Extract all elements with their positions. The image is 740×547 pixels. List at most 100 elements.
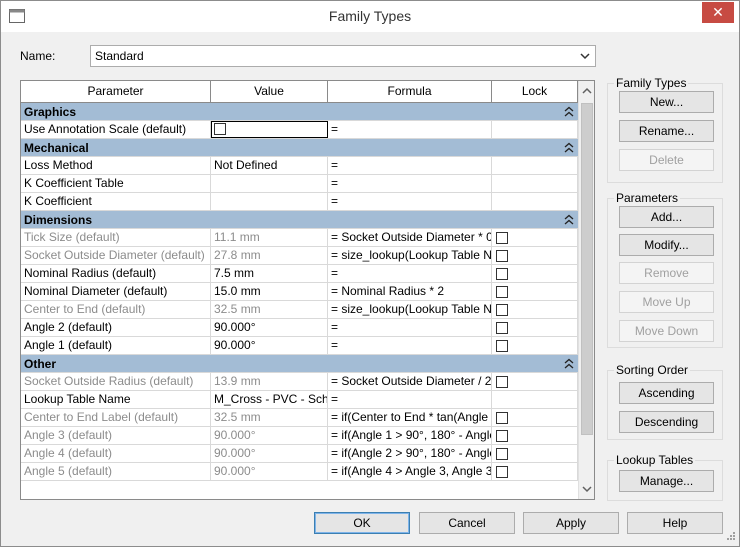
row-formula[interactable]: = if(Angle 4 > Angle 3, Angle 3: [328, 463, 492, 480]
row-formula[interactable]: = Socket Outside Diameter * 0.: [328, 229, 492, 246]
row-value-cell[interactable]: 15.0 mm: [211, 283, 328, 300]
row-lock-cell[interactable]: [492, 373, 578, 390]
ascending-button[interactable]: Ascending: [619, 382, 714, 404]
group-header-mechanical[interactable]: Mechanical: [21, 139, 578, 157]
row-value-cell[interactable]: 13.9 mm: [211, 373, 328, 390]
table-row[interactable]: Center to End Label (default) 32.5 mm = if…: [21, 409, 578, 427]
lock-checkbox-icon[interactable]: [496, 304, 508, 316]
group-header-dimensions[interactable]: Dimensions: [21, 211, 578, 229]
row-value-cell[interactable]: [211, 121, 328, 138]
collapse-icon[interactable]: [564, 106, 574, 118]
row-formula[interactable]: = if(Center to End * tan(Angle: [328, 409, 492, 426]
table-row[interactable]: Angle 3 (default) 90.000° = if(Angle 1 > 9…: [21, 427, 578, 445]
close-icon[interactable]: ✕: [702, 2, 734, 23]
apply-button[interactable]: Apply: [523, 512, 619, 534]
lock-checkbox-icon[interactable]: [496, 466, 508, 478]
row-value-cell[interactable]: Not Defined: [211, 157, 328, 174]
row-formula[interactable]: = if(Angle 1 > 90°, 180° - Angle: [328, 427, 492, 444]
lock-checkbox-icon[interactable]: [496, 340, 508, 352]
collapse-icon[interactable]: [564, 142, 574, 154]
row-value-cell[interactable]: 32.5 mm: [211, 301, 328, 318]
row-lock-cell[interactable]: [492, 229, 578, 246]
table-row[interactable]: Socket Outside Diameter (default) 27.8 mm…: [21, 247, 578, 265]
row-formula[interactable]: = size_lookup(Lookup Table N: [328, 301, 492, 318]
scroll-up-arrow-icon[interactable]: [582, 87, 592, 95]
row-lock-cell[interactable]: [492, 265, 578, 282]
table-row[interactable]: Angle 1 (default) 90.000° =: [21, 337, 578, 355]
table-row[interactable]: Use Annotation Scale (default) =: [21, 121, 578, 139]
row-lock-cell[interactable]: [492, 463, 578, 480]
row-value-cell[interactable]: 32.5 mm: [211, 409, 328, 426]
delete-type-button[interactable]: Delete: [619, 149, 714, 171]
row-lock-cell[interactable]: [492, 301, 578, 318]
grid-vertical-scrollbar[interactable]: [578, 81, 594, 499]
scroll-down-arrow-icon[interactable]: [582, 485, 592, 493]
modify-parameter-button[interactable]: Modify...: [619, 234, 714, 256]
rename-type-button[interactable]: Rename...: [619, 120, 714, 142]
move-up-button[interactable]: Move Up: [619, 291, 714, 313]
row-value-cell[interactable]: 90.000°: [211, 445, 328, 462]
row-formula[interactable]: =: [328, 175, 492, 192]
table-row[interactable]: Lookup Table Name M_Cross - PVC - Sch =: [21, 391, 578, 409]
group-header-graphics[interactable]: Graphics: [21, 103, 578, 121]
descending-button[interactable]: Descending: [619, 411, 714, 433]
table-row[interactable]: Angle 4 (default) 90.000° = if(Angle 2 > 9…: [21, 445, 578, 463]
row-formula[interactable]: =: [328, 337, 492, 354]
lock-checkbox-icon[interactable]: [496, 376, 508, 388]
row-formula[interactable]: =: [328, 319, 492, 336]
row-lock-cell[interactable]: [492, 247, 578, 264]
help-button[interactable]: Help: [627, 512, 723, 534]
lock-checkbox-icon[interactable]: [496, 286, 508, 298]
row-value-cell[interactable]: 90.000°: [211, 463, 328, 480]
header-value[interactable]: Value: [211, 81, 328, 102]
ok-button[interactable]: OK: [314, 512, 410, 534]
remove-parameter-button[interactable]: Remove: [619, 262, 714, 284]
new-type-button[interactable]: New...: [619, 91, 714, 113]
row-formula[interactable]: =: [328, 193, 492, 210]
table-row[interactable]: Tick Size (default) 11.1 mm = Socket Outsi…: [21, 229, 578, 247]
lock-checkbox-icon[interactable]: [496, 322, 508, 334]
row-lock-cell[interactable]: [492, 445, 578, 462]
table-row[interactable]: Loss Method Not Defined =: [21, 157, 578, 175]
row-lock-cell[interactable]: [492, 337, 578, 354]
row-formula[interactable]: = size_lookup(Lookup Table N: [328, 247, 492, 264]
row-formula[interactable]: = Socket Outside Diameter / 2: [328, 373, 492, 390]
row-value-cell[interactable]: 90.000°: [211, 319, 328, 336]
row-formula[interactable]: =: [328, 265, 492, 282]
row-formula[interactable]: =: [328, 157, 492, 174]
row-lock-cell[interactable]: [492, 409, 578, 426]
row-lock-cell[interactable]: [492, 427, 578, 444]
lock-checkbox-icon[interactable]: [496, 430, 508, 442]
add-parameter-button[interactable]: Add...: [619, 206, 714, 228]
table-row[interactable]: Center to End (default) 32.5 mm = size_loo…: [21, 301, 578, 319]
header-parameter[interactable]: Parameter: [21, 81, 211, 102]
table-row[interactable]: Nominal Diameter (default) 15.0 mm = Nomin…: [21, 283, 578, 301]
table-row[interactable]: Angle 5 (default) 90.000° = if(Angle 4 > A…: [21, 463, 578, 481]
row-value-cell[interactable]: [211, 193, 328, 210]
table-row[interactable]: Socket Outside Radius (default) 13.9 mm = …: [21, 373, 578, 391]
header-lock[interactable]: Lock: [492, 81, 578, 102]
row-formula[interactable]: =: [328, 121, 492, 138]
row-lock-cell[interactable]: [492, 319, 578, 336]
row-formula[interactable]: =: [328, 391, 492, 408]
row-value-cell[interactable]: 90.000°: [211, 337, 328, 354]
table-row[interactable]: K Coefficient Table =: [21, 175, 578, 193]
lock-checkbox-icon[interactable]: [496, 268, 508, 280]
row-value-cell[interactable]: 27.8 mm: [211, 247, 328, 264]
row-value-cell[interactable]: 90.000°: [211, 427, 328, 444]
row-formula[interactable]: = if(Angle 2 > 90°, 180° - Angle: [328, 445, 492, 462]
lock-checkbox-icon[interactable]: [496, 448, 508, 460]
header-formula[interactable]: Formula: [328, 81, 492, 102]
collapse-icon[interactable]: [564, 358, 574, 370]
checkbox-icon[interactable]: [214, 123, 226, 135]
row-value-cell[interactable]: [211, 175, 328, 192]
row-value-cell[interactable]: M_Cross - PVC - Sch: [211, 391, 328, 408]
row-formula[interactable]: = Nominal Radius * 2: [328, 283, 492, 300]
table-row[interactable]: Nominal Radius (default) 7.5 mm =: [21, 265, 578, 283]
group-header-other[interactable]: Other: [21, 355, 578, 373]
type-name-dropdown[interactable]: Standard: [90, 45, 596, 67]
lock-checkbox-icon[interactable]: [496, 250, 508, 262]
move-down-button[interactable]: Move Down: [619, 320, 714, 342]
table-row[interactable]: K Coefficient =: [21, 193, 578, 211]
row-value-cell[interactable]: 7.5 mm: [211, 265, 328, 282]
